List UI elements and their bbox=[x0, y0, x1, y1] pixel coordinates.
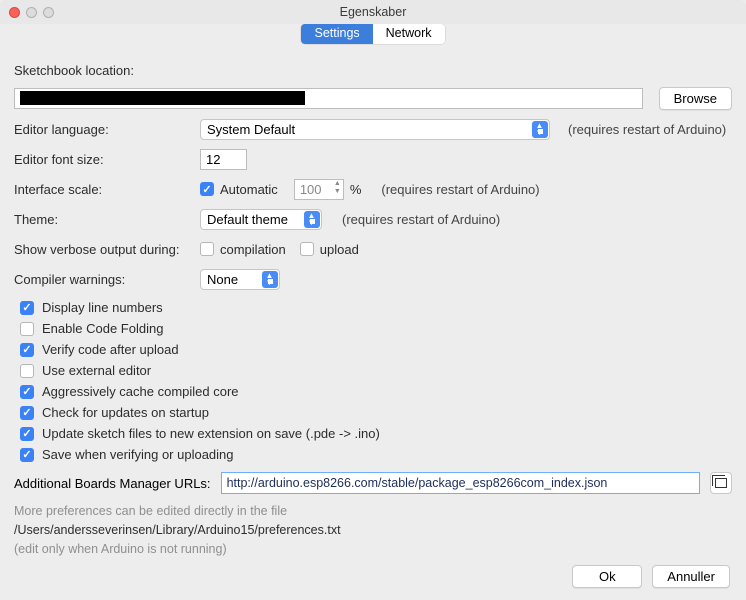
minimize-window-icon bbox=[26, 7, 37, 18]
boards-url-expand-button[interactable] bbox=[710, 472, 732, 494]
footer-note: More preferences can be edited directly … bbox=[14, 502, 732, 559]
language-hint: (requires restart of Arduino) bbox=[568, 122, 726, 137]
ok-button[interactable]: Ok bbox=[572, 565, 642, 588]
scale-auto-label: Automatic bbox=[220, 182, 278, 197]
close-window-icon[interactable] bbox=[9, 7, 20, 18]
theme-label: Theme: bbox=[14, 212, 194, 227]
traffic-lights bbox=[0, 7, 54, 18]
opt-line-numbers-checkbox[interactable] bbox=[20, 301, 34, 315]
tab-settings[interactable]: Settings bbox=[301, 24, 372, 44]
scale-hint: (requires restart of Arduino) bbox=[381, 182, 539, 197]
preferences-window: Egenskaber Settings Network Sketchbook l… bbox=[0, 0, 746, 600]
opt-code-folding-checkbox[interactable] bbox=[20, 322, 34, 336]
opt-verify-upload-label: Verify code after upload bbox=[42, 342, 179, 357]
opt-line-numbers-label: Display line numbers bbox=[42, 300, 163, 315]
theme-select[interactable]: Default theme bbox=[200, 209, 322, 230]
expand-window-icon bbox=[715, 478, 727, 488]
verbose-upload-label: upload bbox=[320, 242, 359, 257]
titlebar: Egenskaber bbox=[0, 0, 746, 24]
verbose-upload-checkbox[interactable] bbox=[300, 242, 314, 256]
opt-check-updates-label: Check for updates on startup bbox=[42, 405, 209, 420]
opt-external-editor-label: Use external editor bbox=[42, 363, 151, 378]
warnings-select[interactable]: None bbox=[200, 269, 280, 290]
verbose-label: Show verbose output during: bbox=[14, 242, 194, 257]
scale-label: Interface scale: bbox=[14, 182, 194, 197]
opt-save-verify-checkbox[interactable] bbox=[20, 448, 34, 462]
tab-bar: Settings Network bbox=[0, 24, 746, 47]
dialog-buttons: Ok Annuller bbox=[572, 565, 730, 588]
tab-network[interactable]: Network bbox=[373, 24, 445, 44]
opt-update-ext-checkbox[interactable] bbox=[20, 427, 34, 441]
fontsize-label: Editor font size: bbox=[14, 152, 194, 167]
verbose-compilation-label: compilation bbox=[220, 242, 286, 257]
language-select[interactable]: System Default bbox=[200, 119, 550, 140]
opt-external-editor-checkbox[interactable] bbox=[20, 364, 34, 378]
cancel-button[interactable]: Annuller bbox=[652, 565, 730, 588]
sketchbook-label: Sketchbook location: bbox=[14, 63, 134, 78]
theme-hint: (requires restart of Arduino) bbox=[342, 212, 500, 227]
warnings-label: Compiler warnings: bbox=[14, 272, 194, 287]
redacted-path bbox=[20, 91, 305, 105]
opt-verify-upload-checkbox[interactable] bbox=[20, 343, 34, 357]
scale-unit: % bbox=[350, 182, 362, 197]
opt-code-folding-label: Enable Code Folding bbox=[42, 321, 163, 336]
opt-save-verify-label: Save when verifying or uploading bbox=[42, 447, 234, 462]
zoom-window-icon bbox=[43, 7, 54, 18]
boards-url-input[interactable] bbox=[221, 472, 700, 494]
content-area: Sketchbook location: Browse Editor langu… bbox=[0, 47, 746, 569]
language-label: Editor language: bbox=[14, 122, 194, 137]
fontsize-input[interactable] bbox=[200, 149, 247, 170]
boards-url-label: Additional Boards Manager URLs: bbox=[14, 476, 211, 491]
opt-cache-core-checkbox[interactable] bbox=[20, 385, 34, 399]
sketchbook-path-input[interactable] bbox=[14, 88, 643, 109]
note-line1: More preferences can be edited directly … bbox=[14, 502, 732, 521]
note-line2: /Users/andersseverinsen/Library/Arduino1… bbox=[14, 521, 732, 540]
window-title: Egenskaber bbox=[0, 5, 746, 19]
opt-cache-core-label: Aggressively cache compiled core bbox=[42, 384, 239, 399]
scale-auto-checkbox[interactable] bbox=[200, 182, 214, 196]
note-line3: (edit only when Arduino is not running) bbox=[14, 540, 732, 559]
browse-button[interactable]: Browse bbox=[659, 87, 732, 110]
opt-check-updates-checkbox[interactable] bbox=[20, 406, 34, 420]
verbose-compilation-checkbox[interactable] bbox=[200, 242, 214, 256]
opt-update-ext-label: Update sketch files to new extension on … bbox=[42, 426, 380, 441]
